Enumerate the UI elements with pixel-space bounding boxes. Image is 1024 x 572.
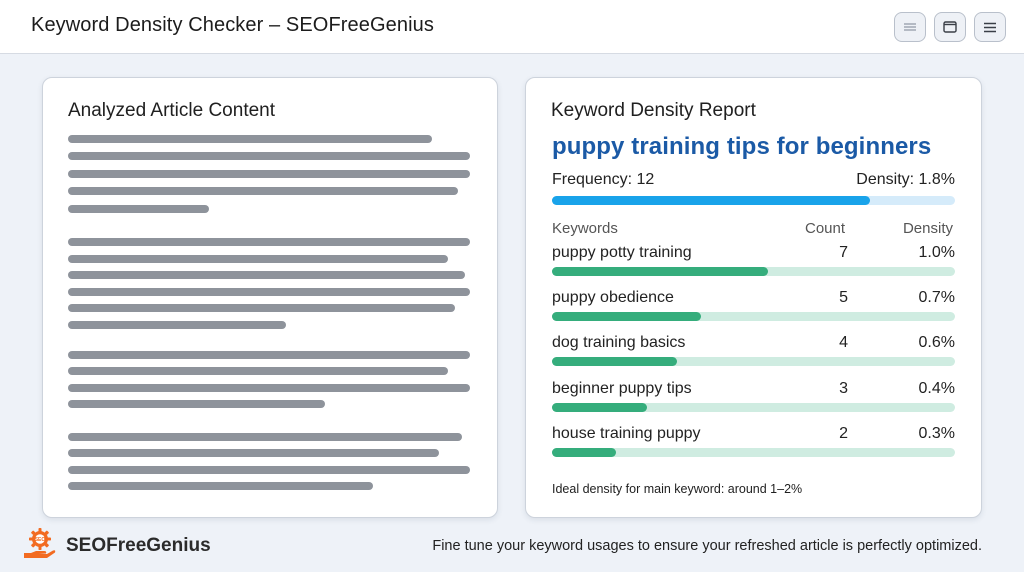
keyword-count: 5 (839, 289, 848, 306)
text-line (68, 367, 448, 375)
text-line (68, 351, 470, 359)
text-line (68, 288, 470, 296)
count-column-header: Count (805, 220, 846, 237)
keyword-density-bar-fill (552, 403, 647, 412)
keyword-name: house training puppy (552, 425, 701, 442)
article-content-panel: Analyzed Article Content (42, 77, 498, 518)
text-line (68, 433, 462, 441)
text-line (68, 466, 470, 474)
keyword-density: 0.4% (918, 380, 955, 397)
keyword-count: 4 (839, 334, 848, 351)
keyword-density: 0.7% (918, 289, 955, 306)
article-panel-title: Analyzed Article Content (68, 100, 276, 121)
text-line (68, 255, 448, 263)
main-density-bar (552, 196, 955, 205)
keyword-count: 7 (839, 244, 848, 261)
keyword-row: puppy obedience 5 0.7% (552, 289, 955, 329)
window-button[interactable] (934, 12, 966, 42)
keyword-density-bar (552, 312, 955, 321)
list-view-button[interactable] (894, 12, 926, 42)
text-line (68, 482, 373, 490)
title-bar: Keyword Density Checker – SEOFreeGenius (0, 0, 1024, 54)
report-title: Keyword Density Report (551, 100, 756, 121)
keyword-density: 0.6% (918, 334, 955, 351)
text-line (68, 187, 458, 195)
text-line (68, 384, 470, 392)
text-line (68, 238, 470, 246)
keyword-density-bar (552, 448, 955, 457)
window-icon (943, 21, 957, 33)
keyword-name: beginner puppy tips (552, 380, 692, 397)
keyword-row: puppy potty training 7 1.0% (552, 244, 955, 284)
keyword-name: puppy potty training (552, 244, 692, 261)
ideal-density-note: Ideal density for main keyword: around 1… (552, 482, 803, 496)
main-keyword: puppy training tips for beginners (552, 133, 932, 160)
keyword-count: 3 (839, 380, 848, 397)
keyword-density-bar-fill (552, 448, 617, 457)
text-line (68, 170, 470, 178)
text-line (68, 271, 465, 279)
keyword-density: 0.3% (918, 425, 955, 442)
keyword-row: house training puppy 2 0.3% (552, 425, 955, 465)
text-line (68, 135, 432, 143)
text-line (68, 152, 470, 160)
keyword-density-bar (552, 267, 955, 276)
keyword-row: dog training basics 4 0.6% (552, 334, 955, 374)
app-title: Keyword Density Checker – SEOFreeGenius (31, 14, 434, 36)
menu-icon (983, 22, 997, 33)
text-line (68, 205, 209, 213)
keyword-density-report-panel: Keyword Density Report puppy training ti… (525, 77, 982, 518)
footer-tagline: Fine tune your keyword usages to ensure … (432, 538, 982, 554)
keyword-density-bar (552, 357, 955, 366)
gear-hand-logo-icon: SEO (22, 526, 58, 567)
brand-logo: SEO SEOFreeGenius (22, 526, 211, 567)
keyword-density-bar-fill (552, 267, 768, 276)
keywords-column-header: Keywords (552, 220, 618, 237)
text-line (68, 304, 455, 312)
keyword-density-bar (552, 403, 955, 412)
keyword-row: beginner puppy tips 3 0.4% (552, 380, 955, 420)
keyword-count: 2 (839, 425, 848, 442)
keyword-name: puppy obedience (552, 289, 674, 306)
svg-text:SEO: SEO (35, 537, 46, 543)
density-column-header: Density (902, 220, 953, 237)
keyword-density: 1.0% (918, 244, 955, 261)
keyword-name: dog training basics (552, 334, 686, 351)
text-line (68, 400, 325, 408)
density-value: Density: 1.8% (856, 171, 955, 188)
keyword-density-bar-fill (552, 312, 702, 321)
text-line (68, 449, 439, 457)
main-density-bar-fill (552, 196, 871, 205)
menu-button[interactable] (974, 12, 1006, 42)
brand-name: SEOFreeGenius (66, 535, 211, 556)
list-view-icon (903, 22, 917, 32)
keyword-density-bar-fill (552, 357, 677, 366)
frequency-value: Frequency: 12 (552, 171, 655, 188)
text-line (68, 321, 286, 329)
